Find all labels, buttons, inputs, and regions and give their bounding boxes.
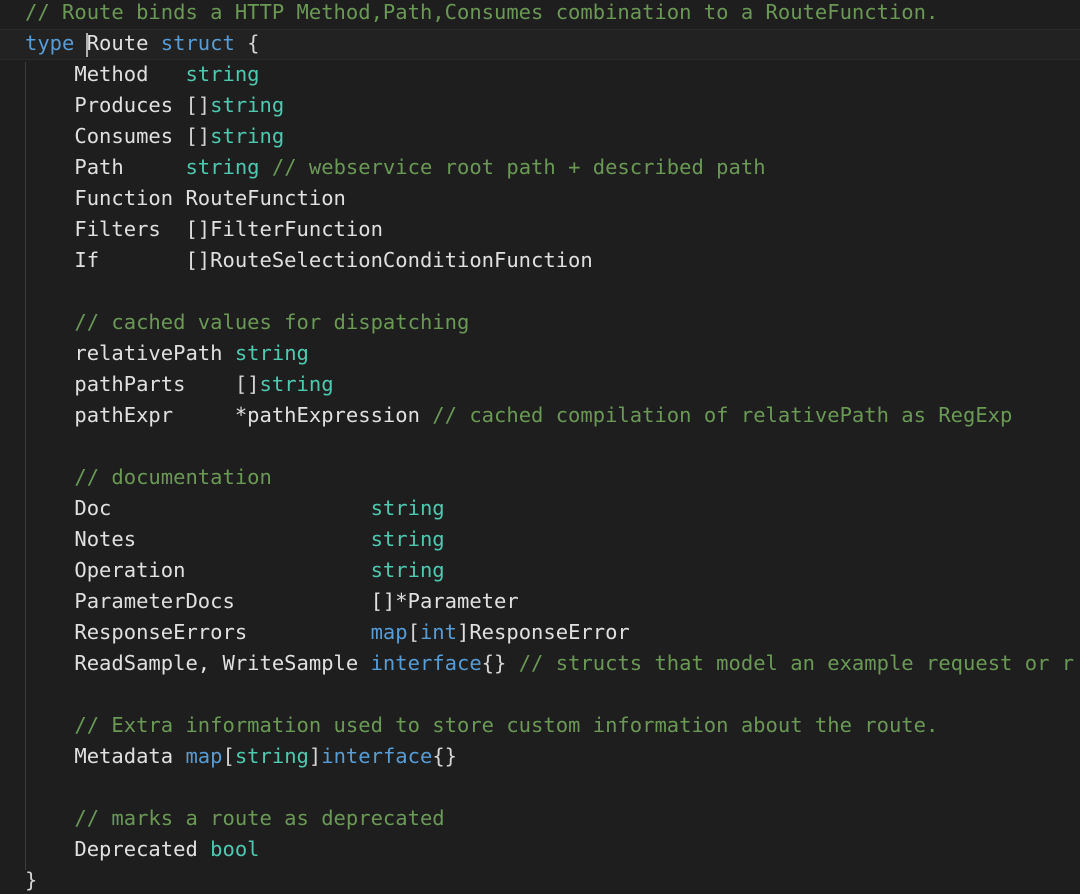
code-token-field: Method: [25, 62, 186, 86]
code-line[interactable]: Consumes []string: [25, 121, 284, 152]
code-token-type: string: [210, 93, 285, 117]
code-token-punct: [: [407, 620, 420, 644]
code-line[interactable]: If []RouteSelectionConditionFunction: [25, 245, 593, 276]
code-token-comment: // structs that model an example request…: [506, 651, 1075, 675]
code-line[interactable]: Metadata map[string]interface{}: [25, 741, 457, 772]
code-token-field: Consumes: [25, 124, 186, 148]
code-token-type: string: [210, 124, 285, 148]
code-token-comment: // Extra information used to store custo…: [25, 713, 939, 737]
code-token-comment: // cached compilation of relativePath as…: [419, 403, 1013, 427]
code-line[interactable]: Method string: [25, 59, 260, 90]
code-token-punct: []: [234, 372, 260, 396]
code-token-punct: {: [234, 31, 260, 55]
code-token-field: Produces: [25, 93, 186, 117]
code-token-field: ParameterDocs []*Parameter: [25, 589, 519, 613]
code-line[interactable]: Deprecated bool: [25, 834, 260, 865]
code-token-type: string: [234, 744, 309, 768]
code-token-field: Doc: [25, 496, 371, 520]
code-token-field: ResponseErrors: [25, 620, 371, 644]
code-token-field: Notes: [25, 527, 371, 551]
code-token-type: string: [234, 341, 309, 365]
code-token-keyword: struct: [160, 31, 235, 55]
code-token-keyword: interface: [321, 744, 433, 768]
code-token-punct: []: [185, 124, 211, 148]
code-line[interactable]: Function RouteFunction: [25, 183, 346, 214]
code-line[interactable]: }: [25, 865, 37, 894]
code-line[interactable]: // documentation: [25, 462, 272, 493]
code-token-keyword: type: [25, 31, 75, 55]
code-token-field: Metadata: [25, 744, 186, 768]
code-token-keyword: int: [419, 620, 457, 644]
code-token-punct: ]: [308, 744, 322, 768]
code-line[interactable]: Produces []string: [25, 90, 284, 121]
code-token-type: string: [185, 62, 260, 86]
code-line[interactable]: // marks a route as deprecated: [25, 803, 445, 834]
text-cursor: [86, 33, 88, 57]
code-token-field: ReadSample, WriteSample: [25, 651, 371, 675]
code-token-punct: [: [222, 744, 235, 768]
code-token-field: ]ResponseError: [456, 620, 630, 644]
code-line[interactable]: Path string // webservice root path + de…: [25, 152, 766, 183]
code-line[interactable]: Notes string: [25, 524, 445, 555]
code-line[interactable]: ReadSample, WriteSample interface{} // s…: [25, 648, 1074, 679]
code-token-field: pathExpr *pathExpression: [25, 403, 420, 427]
code-token-comment: // webservice root path + described path: [259, 155, 766, 179]
code-editor[interactable]: // Route binds a HTTP Method,Path,Consum…: [0, 0, 1080, 894]
code-token-punct: {}: [481, 651, 507, 675]
code-line[interactable]: // Route binds a HTTP Method,Path,Consum…: [25, 0, 938, 28]
code-token-type: string: [370, 496, 445, 520]
code-token-field: Function RouteFunction: [25, 186, 346, 210]
code-token-punct: {}: [432, 744, 458, 768]
code-line[interactable]: pathParts []string: [25, 369, 334, 400]
code-line[interactable]: ParameterDocs []*Parameter: [25, 586, 519, 617]
code-token-field: Filters []FilterFunction: [25, 217, 383, 241]
code-line[interactable]: Operation string: [25, 555, 445, 586]
code-token-type: string: [370, 558, 445, 582]
code-token-field: pathParts: [25, 372, 235, 396]
code-token-comment: // cached values for dispatching: [25, 310, 470, 334]
code-line[interactable]: Filters []FilterFunction: [25, 214, 383, 245]
code-token-punct: }: [25, 868, 38, 892]
code-token-keyword: map: [185, 744, 223, 768]
code-token-comment: // Route binds a HTTP Method,Path,Consum…: [25, 0, 939, 24]
code-token-field: Operation: [25, 558, 371, 582]
code-token-comment: // marks a route as deprecated: [25, 806, 445, 830]
code-token-field: If []RouteSelectionConditionFunction: [25, 248, 593, 272]
code-line[interactable]: Doc string: [25, 493, 445, 524]
code-token-type: string: [259, 372, 334, 396]
code-token-field: Deprecated: [25, 837, 211, 861]
code-line[interactable]: type Route struct {: [25, 28, 260, 59]
code-token-keyword: map: [370, 620, 408, 644]
code-line[interactable]: pathExpr *pathExpression // cached compi…: [25, 400, 1012, 431]
code-token-punct: []: [185, 93, 211, 117]
code-token-field: Path: [25, 155, 186, 179]
code-line[interactable]: // cached values for dispatching: [25, 307, 469, 338]
code-line[interactable]: // Extra information used to store custo…: [25, 710, 938, 741]
code-token-type: bool: [210, 837, 260, 861]
code-line[interactable]: ResponseErrors map[int]ResponseError: [25, 617, 630, 648]
code-token-field: relativePath: [25, 341, 235, 365]
code-token-comment: // documentation: [25, 465, 272, 489]
code-line[interactable]: relativePath string: [25, 338, 309, 369]
code-token-keyword: interface: [370, 651, 482, 675]
code-token-type: string: [185, 155, 260, 179]
code-token-type: string: [370, 527, 445, 551]
